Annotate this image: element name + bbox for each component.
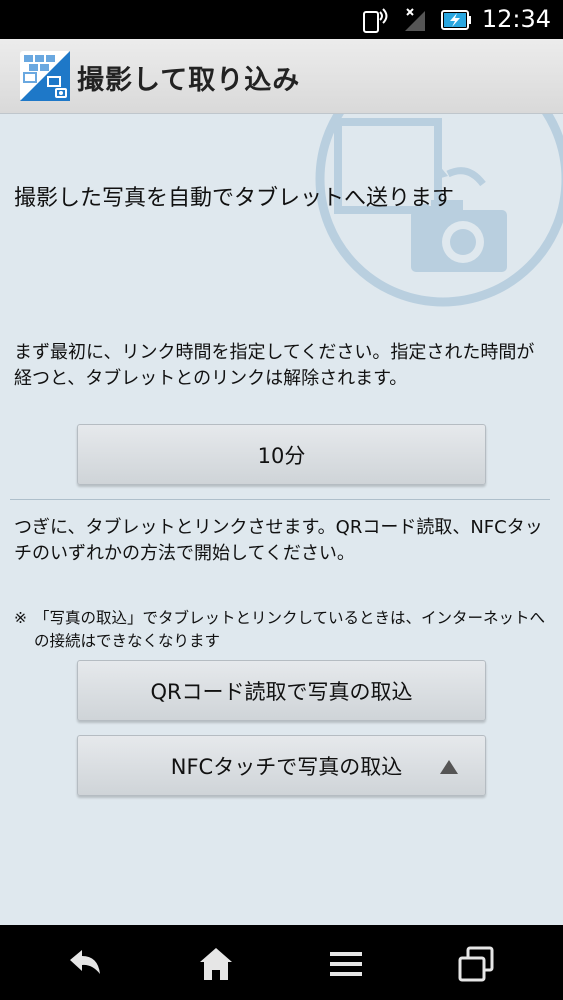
action-bar: 撮影して取り込み [0, 39, 563, 114]
link-method-instruction: つぎに、タブレットとリンクさせます。QRコード読取、NFCタッチのいずれかの方法… [14, 517, 543, 564]
note-text: 「写真の取込」でタブレットとリンクしているときは、インターネットへの接続はできな… [34, 609, 546, 650]
status-icons [361, 6, 473, 38]
menu-icon [330, 952, 362, 976]
note: ※ 「写真の取込」でタブレットとリンクしているときは、インターネットへの接続はで… [14, 607, 554, 653]
qr-import-label: QRコード読取で写真の取込 [150, 679, 413, 704]
app-icon [20, 51, 70, 101]
main-content: 撮影した写真を自動でタブレットへ送ります まず最初に、リンク時間を指定してくださ… [0, 114, 563, 925]
clock: 12:34 [481, 5, 551, 33]
qr-import-button[interactable]: QRコード読取で写真の取込 [77, 660, 486, 721]
triangle-up-icon [440, 760, 458, 774]
status-bar: 12:34 [0, 0, 563, 39]
recent-apps-button[interactable] [456, 944, 496, 984]
home-icon [200, 948, 232, 980]
signal-icon [403, 7, 427, 37]
back-icon [70, 950, 100, 974]
link-time-value: 10分 [257, 443, 306, 468]
home-button[interactable] [196, 944, 236, 984]
navigation-bar [0, 925, 563, 1000]
nfc-import-label: NFCタッチで写真の取込 [170, 754, 403, 779]
nfc-icon [361, 6, 391, 38]
headline: 撮影した写真を自動でタブレットへ送ります [14, 186, 455, 211]
recent-apps-icon [458, 946, 494, 982]
camera-watermark-icon [315, 114, 563, 307]
nfc-import-button[interactable]: NFCタッチで写真の取込 [77, 735, 486, 796]
divider [10, 499, 550, 500]
menu-button[interactable] [326, 944, 366, 984]
battery-charging-icon [439, 8, 473, 36]
link-time-instruction: まず最初に、リンク時間を指定してください。指定された時間が経つと、タブレットとの… [14, 342, 535, 389]
back-button[interactable] [66, 944, 106, 984]
note-mark: ※ [14, 609, 27, 627]
page-title: 撮影して取り込み [77, 65, 301, 96]
link-time-button[interactable]: 10分 [77, 424, 486, 485]
